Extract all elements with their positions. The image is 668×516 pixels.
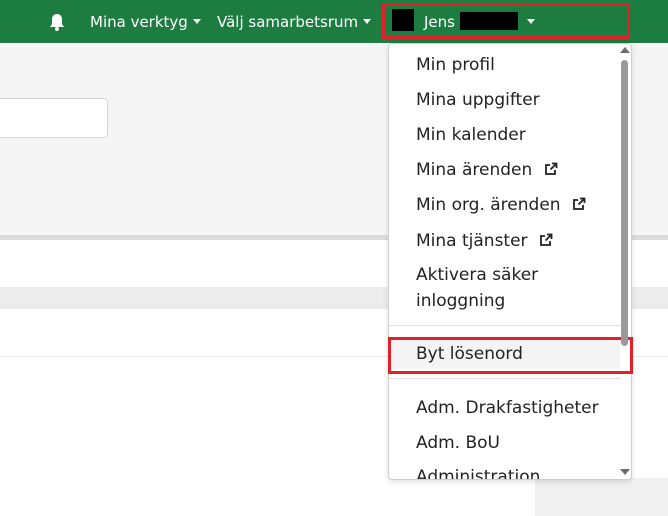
menu-divider bbox=[389, 378, 621, 379]
menu-item-label: Mina tjänster bbox=[416, 231, 528, 251]
menu-item-my-tasks[interactable]: Mina uppgifter bbox=[416, 90, 540, 110]
user-menu-label: Jens bbox=[424, 12, 455, 31]
menu-item-label: Administration bbox=[416, 467, 541, 480]
chevron-down-icon bbox=[192, 19, 201, 24]
menu-item-my-calendar[interactable]: Min kalender bbox=[416, 125, 526, 145]
external-link-icon bbox=[573, 197, 586, 210]
tools-menu-label: Mina verktyg bbox=[90, 12, 188, 31]
avatar bbox=[392, 9, 414, 31]
menu-item-secure-login[interactable]: Aktivera säker inloggning bbox=[416, 262, 596, 314]
workspace-menu-label: Välj samarbetsrum bbox=[217, 12, 359, 31]
menu-item-label: Aktivera säker inloggning bbox=[416, 265, 539, 311]
menu-item-label: Mina uppgifter bbox=[416, 90, 540, 110]
external-link-icon bbox=[544, 162, 558, 175]
menu-item-label: Min kalender bbox=[416, 125, 526, 145]
menu-item-label: Min org. ärenden bbox=[416, 195, 561, 215]
scrollbar-thumb[interactable] bbox=[621, 60, 628, 346]
external-link-icon bbox=[540, 233, 553, 246]
scroll-up-arrow-icon[interactable] bbox=[620, 47, 630, 53]
menu-item-my-cases[interactable]: Mina ärenden bbox=[416, 160, 558, 180]
menu-item-my-profile[interactable]: Min profil bbox=[416, 55, 495, 75]
workspace-menu-button[interactable]: Välj samarbetsrum bbox=[217, 0, 372, 43]
search-input[interactable] bbox=[0, 98, 108, 138]
user-dropdown-menu: Min profil Mina uppgifter Min kalender M… bbox=[388, 43, 632, 480]
chevron-down-icon bbox=[526, 19, 535, 24]
menu-item-administration[interactable]: Administration bbox=[416, 467, 541, 480]
chevron-down-icon bbox=[363, 19, 372, 24]
bell-icon[interactable] bbox=[48, 12, 66, 32]
side-panel bbox=[535, 478, 668, 516]
scroll-down-arrow-icon[interactable] bbox=[620, 469, 630, 475]
menu-item-my-services[interactable]: Mina tjänster bbox=[416, 231, 553, 251]
change-password-highlight bbox=[388, 337, 633, 374]
menu-item-adm-drakfastigheter[interactable]: Adm. Drakfastigheter bbox=[416, 398, 599, 418]
menu-item-adm-bou[interactable]: Adm. BoU bbox=[416, 433, 500, 453]
menu-item-label: Adm. Drakfastigheter bbox=[416, 398, 599, 418]
menu-item-label: Min profil bbox=[416, 55, 495, 75]
tools-menu-button[interactable]: Mina verktyg bbox=[90, 0, 201, 43]
menu-item-label: Mina ärenden bbox=[416, 160, 533, 180]
menu-divider bbox=[389, 325, 621, 326]
redacted-name bbox=[460, 12, 518, 30]
menu-item-org-cases[interactable]: Min org. ärenden bbox=[416, 195, 586, 215]
menu-item-label: Adm. BoU bbox=[416, 433, 500, 453]
